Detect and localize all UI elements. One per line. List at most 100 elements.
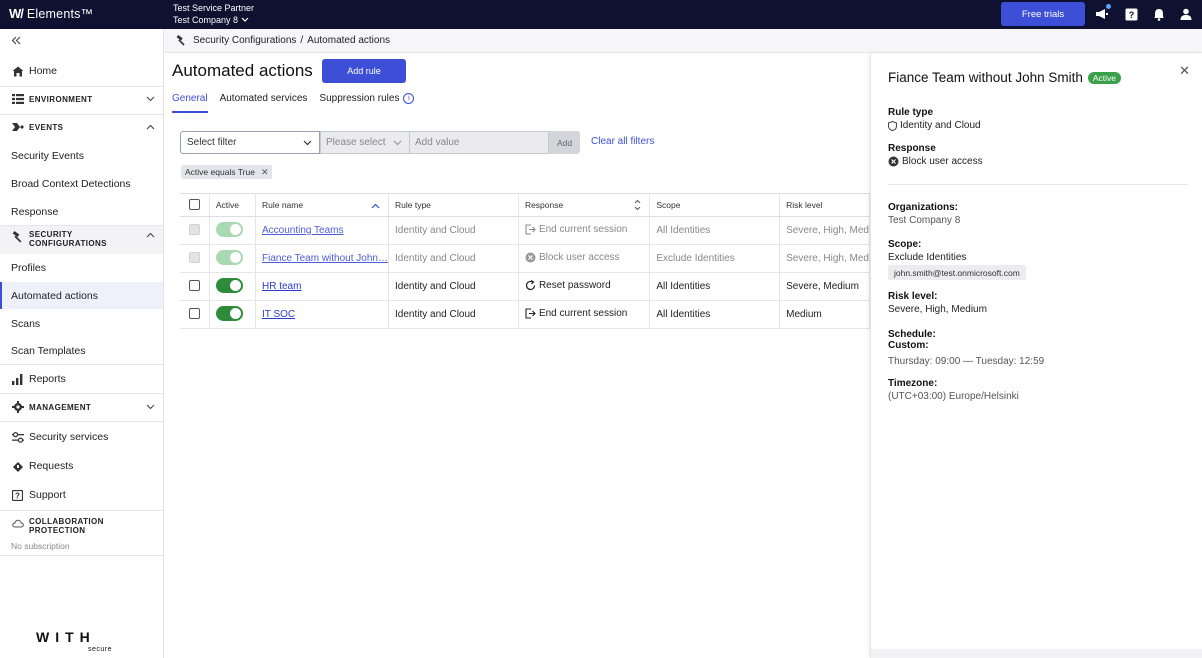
response-label: Block user access xyxy=(538,251,620,263)
scope-cell: All Identities xyxy=(649,272,781,301)
sidebar-item-automated-actions[interactable]: Automated actions xyxy=(0,282,163,309)
user-icon[interactable] xyxy=(1178,6,1194,22)
operator-select-dropdown[interactable]: Please select xyxy=(320,131,410,154)
sidebar-section-security-configurations[interactable]: SECURITY CONFIGURATIONS xyxy=(0,226,163,254)
row-checkbox[interactable] xyxy=(189,279,200,291)
schedule-value: Thursday: 09:00 — Tuesday: 12:59 xyxy=(888,356,1045,367)
response-label: End current session xyxy=(538,223,628,235)
schedule-label: Schedule: xyxy=(888,329,936,340)
org-switcher[interactable]: Test Service Partner Test Company 8 xyxy=(173,2,254,26)
table-row[interactable]: HR team Identity and Cloud Reset passwor… xyxy=(180,272,870,301)
sidebar-item-scan-templates[interactable]: Scan Templates xyxy=(0,343,163,359)
sidebar-section-label: EVENTS xyxy=(29,122,64,132)
withsecure-logo: WITH xyxy=(36,629,96,645)
clear-all-filters-link[interactable]: Clear all filters xyxy=(591,136,654,147)
brand-logo[interactable]: W/ Elements™ xyxy=(9,6,93,21)
table-row[interactable]: IT SOC Identity and Cloud End current se… xyxy=(180,300,870,329)
sidebar-item-support[interactable]: ? Support xyxy=(0,487,163,503)
reset-icon xyxy=(525,279,536,291)
table-row[interactable]: Fiance Team without John… Identity and C… xyxy=(180,244,870,273)
select-all-checkbox[interactable] xyxy=(189,198,200,210)
shield-icon xyxy=(888,120,897,131)
no-subscription-label: No subscription xyxy=(11,541,70,551)
tab-automated-services[interactable]: Automated services xyxy=(220,93,308,113)
custom-label: Custom: xyxy=(888,340,929,351)
rule-name-link[interactable]: HR team xyxy=(262,281,301,292)
filter-value-input[interactable]: Add value xyxy=(410,131,549,154)
sidebar-item-broad-context-detections[interactable]: Broad Context Detections xyxy=(0,176,163,192)
rule-name-link[interactable]: Accounting Teams xyxy=(262,225,344,236)
sidebar-item-label: Security Events xyxy=(11,150,84,162)
column-header-scope[interactable]: Scope xyxy=(649,193,781,217)
column-header-active[interactable]: Active xyxy=(209,193,256,217)
sidebar-item-requests[interactable]: Requests xyxy=(0,458,163,474)
active-toggle[interactable] xyxy=(215,277,243,293)
sidebar: Home ENVIRONMENT EVENTS Security Events … xyxy=(0,29,164,658)
sidebar-section-label: COLLABORATION xyxy=(29,517,104,526)
brand-name: Elements™ xyxy=(26,6,94,21)
rule-name-link[interactable]: Fiance Team without John… xyxy=(262,253,388,264)
withsecure-logo-secure: secure xyxy=(88,646,113,653)
sidebar-section-label-2: PROTECTION xyxy=(29,526,86,535)
organizations-value: Test Company 8 xyxy=(888,215,961,226)
column-header-risk-level[interactable]: Risk level xyxy=(779,193,870,217)
add-rule-button[interactable]: Add rule xyxy=(322,59,406,83)
add-filter-button[interactable]: Add xyxy=(549,131,580,154)
column-header-rule-name[interactable]: Rule name xyxy=(255,193,389,217)
response-label: Reset password xyxy=(538,279,611,291)
row-checkbox[interactable] xyxy=(189,307,200,319)
scope-cell: All Identities xyxy=(649,300,781,329)
sidebar-section-label: ENVIRONMENT xyxy=(29,94,93,104)
help-icon: ? xyxy=(11,489,24,502)
rule-name-link[interactable]: IT SOC xyxy=(262,309,295,320)
gear-icon xyxy=(11,401,24,414)
breadcrumb: Security Configurations / Automated acti… xyxy=(164,29,1202,53)
breadcrumb-parent[interactable]: Security Configurations xyxy=(193,35,296,46)
sidebar-section-events[interactable]: EVENTS xyxy=(0,119,163,135)
free-trials-button[interactable]: Free trials xyxy=(1001,2,1085,26)
chevron-down-icon xyxy=(241,17,249,22)
notification-dot xyxy=(1106,4,1111,9)
column-header-rule-type[interactable]: Rule type xyxy=(388,193,519,217)
megaphone-icon[interactable] xyxy=(1094,4,1111,22)
row-checkbox xyxy=(189,223,200,235)
sidebar-item-reports[interactable]: Reports xyxy=(0,371,163,387)
table-row[interactable]: Accounting Teams Identity and Cloud End … xyxy=(180,216,870,245)
sidebar-section-environment[interactable]: ENVIRONMENT xyxy=(0,91,163,107)
sidebar-item-security-events[interactable]: Security Events xyxy=(0,148,163,164)
sidebar-item-response[interactable]: Response xyxy=(0,204,163,220)
collapse-sidebar-icon[interactable] xyxy=(11,36,21,48)
risk-level-label: Risk level: xyxy=(888,291,938,302)
sidebar-item-home[interactable]: Home xyxy=(0,63,163,79)
close-icon[interactable]: ✕ xyxy=(1179,63,1190,79)
tab-suppression-rules[interactable]: Suppression rules i xyxy=(319,93,415,113)
panel-footer xyxy=(871,649,1202,658)
close-icon[interactable]: ✕ xyxy=(261,167,269,178)
hammer-icon xyxy=(11,230,24,243)
events-icon xyxy=(11,121,24,134)
risk-level-value: Severe, High, Medium xyxy=(888,304,987,315)
help-icon[interactable]: ? xyxy=(1123,6,1139,22)
sidebar-item-label: Security services xyxy=(29,431,109,443)
sidebar-section-collaboration-protection[interactable]: COLLABORATION PROTECTION xyxy=(0,517,163,537)
filter-select-dropdown[interactable]: Select filter xyxy=(180,131,320,154)
info-icon[interactable]: i xyxy=(403,93,415,104)
tab-bar: General Automated services Suppression r… xyxy=(172,93,415,113)
sidebar-item-profiles[interactable]: Profiles xyxy=(0,260,163,276)
column-header-response[interactable]: Response xyxy=(518,193,651,217)
bell-icon[interactable] xyxy=(1151,6,1167,22)
sidebar-item-security-services[interactable]: Security services xyxy=(0,429,163,445)
logout-icon xyxy=(525,307,536,319)
response-label: End current session xyxy=(538,307,628,319)
sidebar-item-scans[interactable]: Scans xyxy=(0,316,163,332)
panel-title: Fiance Team without John Smith Active xyxy=(888,70,1122,85)
tab-general[interactable]: General xyxy=(172,93,208,113)
sidebar-section-management[interactable]: MANAGEMENT xyxy=(0,399,163,415)
rule-type-cell: Identity and Cloud xyxy=(388,244,519,273)
active-toggle xyxy=(215,249,243,265)
rule-type-value: Identity and Cloud xyxy=(888,120,981,131)
tab-label: Suppression rules xyxy=(319,93,400,104)
active-toggle[interactable] xyxy=(215,305,243,321)
sidebar-item-label: Scan Templates xyxy=(11,345,86,357)
sliders-icon xyxy=(11,431,24,444)
